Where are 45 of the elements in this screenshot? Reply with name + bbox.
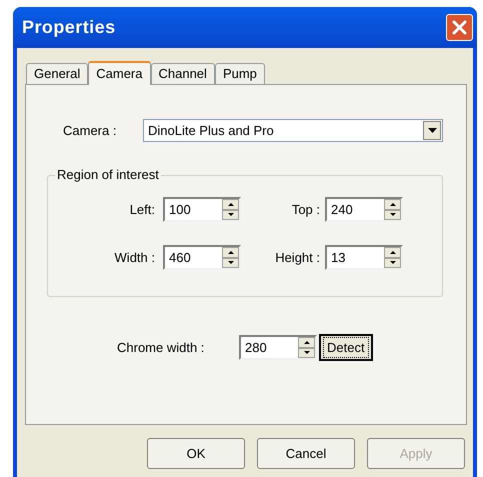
up-arrow-icon [390,202,396,206]
down-arrow-icon [228,261,234,264]
down-arrow-icon [390,261,396,264]
up-arrow-icon [304,340,310,344]
close-icon [452,20,467,35]
spin-down-button[interactable] [298,348,315,358]
spin-up-button[interactable] [384,247,401,258]
tab[interactable]: Pump [214,63,265,84]
spin-up-button[interactable] [384,199,401,210]
field-label: Width : [114,248,155,267]
group-title: Region of interest [55,167,161,183]
spin-field[interactable]: 280 [239,335,317,360]
spin-field[interactable]: 240 [325,197,403,222]
spin-down-button[interactable] [222,210,239,220]
up-arrow-icon [228,202,234,206]
detect-button[interactable]: Detect [319,334,373,361]
spin-down-button[interactable] [384,258,401,268]
spin-up-button[interactable] [222,247,239,258]
spin-field[interactable]: 13 [325,245,403,270]
dropdown-button[interactable] [423,121,441,140]
dialog-button[interactable]: Cancel [257,438,355,469]
chrome-width-label: Chrome width : [117,338,206,357]
field-label: Top : [292,200,320,219]
window-title: Properties [22,16,116,39]
spin-field[interactable]: 460 [163,245,241,270]
close-button[interactable] [446,14,473,41]
down-arrow-icon [304,351,310,354]
spin-down-button[interactable] [384,210,401,220]
down-arrow-icon [390,213,396,216]
tab[interactable]: Channel [150,63,215,84]
caret-icon [428,128,436,133]
dialog-button[interactable]: OK [147,438,245,469]
spin-field[interactable]: 100 [163,197,241,222]
camera-label: Camera : [63,122,118,140]
spin-up-button[interactable] [222,199,239,210]
up-arrow-icon [390,250,396,254]
up-arrow-icon [228,250,234,254]
tab[interactable]: General [26,63,88,84]
camera-dropdown[interactable]: DinoLite Plus and Pro [143,119,443,142]
field-label: Height : [275,248,320,267]
down-arrow-icon [228,213,234,216]
field-label: Left: [130,200,155,219]
spin-down-button[interactable] [222,258,239,268]
spin-up-button[interactable] [298,337,315,348]
tab[interactable]: Camera [88,61,150,85]
